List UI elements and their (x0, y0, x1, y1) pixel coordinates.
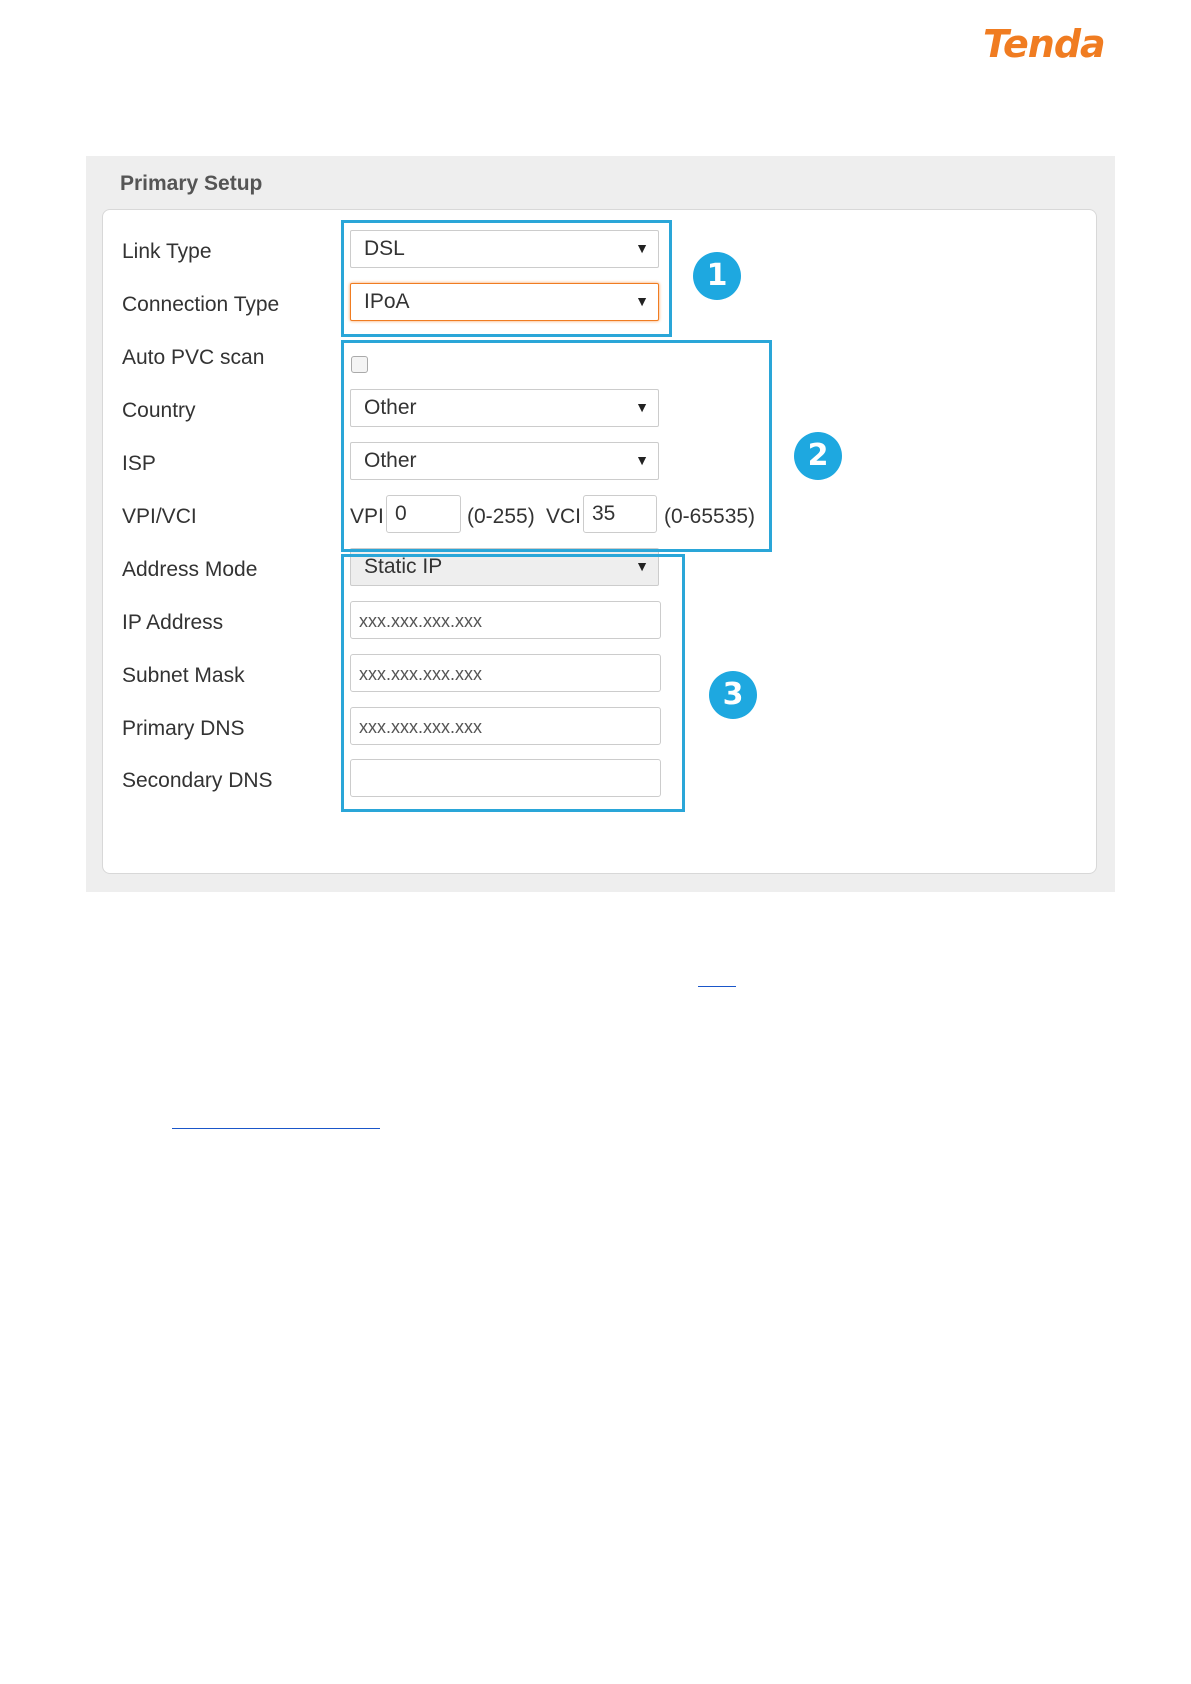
hyperlink-underline[interactable] (172, 1128, 380, 1129)
callout-badge-1: 1 (693, 252, 741, 300)
primary-dns-label: Primary DNS (122, 717, 245, 740)
highlight-box-2 (341, 340, 772, 552)
hyperlink-underline[interactable] (698, 986, 736, 987)
callout-badge-2: 2 (794, 432, 842, 480)
callout-badge-3: 3 (709, 671, 757, 719)
vpi-vci-label: VPI/VCI (122, 505, 197, 528)
highlight-box-3 (341, 554, 685, 812)
highlight-box-1 (341, 220, 672, 337)
address-mode-label: Address Mode (122, 558, 258, 581)
connection-type-label: Connection Type (122, 293, 280, 316)
link-type-label: Link Type (122, 240, 212, 263)
subnet-mask-label: Subnet Mask (122, 664, 245, 687)
country-label: Country (122, 399, 196, 422)
secondary-dns-label: Secondary DNS (122, 769, 273, 792)
setup-form: Link Type Connection Type Auto PVC scan … (102, 209, 1097, 874)
ip-address-label: IP Address (122, 611, 224, 634)
auto-pvc-scan-label: Auto PVC scan (122, 346, 265, 369)
isp-label: ISP (122, 452, 156, 475)
tenda-logo: Tenda (983, 22, 1106, 66)
panel-title: Primary Setup (120, 172, 263, 195)
primary-setup-panel: Primary Setup Link Type Connection Type … (86, 156, 1115, 892)
